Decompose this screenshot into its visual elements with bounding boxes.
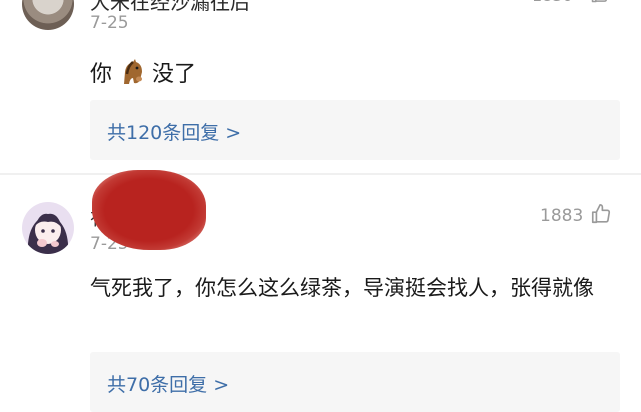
horse-icon	[118, 58, 146, 86]
redaction-mark	[92, 170, 206, 250]
replies-box[interactable]: 共120条回复 >	[90, 100, 620, 160]
avatar[interactable]	[22, 0, 74, 30]
view-replies-link[interactable]: 共70条回复 >	[107, 370, 229, 397]
replies-box[interactable]: 共70条回复 >	[90, 352, 620, 412]
like-count: 1830	[532, 0, 573, 5]
comment-text: 气死我了，你怎么这么绿茶，导演挺会找人，张得就像	[90, 276, 594, 300]
thumbs-up-icon[interactable]	[590, 203, 612, 225]
avatar[interactable]	[22, 202, 74, 254]
view-replies-link[interactable]: 共120条回复 >	[107, 118, 241, 145]
comment-text-part: 你	[90, 62, 113, 87]
comment-text: 你 没了	[90, 56, 196, 88]
comment-text-part: 没了	[152, 62, 197, 87]
divider	[0, 173, 641, 175]
like-count: 1883	[540, 206, 584, 226]
thumbs-up-icon[interactable]	[590, 0, 610, 4]
comment-date: 7-25	[90, 13, 129, 33]
